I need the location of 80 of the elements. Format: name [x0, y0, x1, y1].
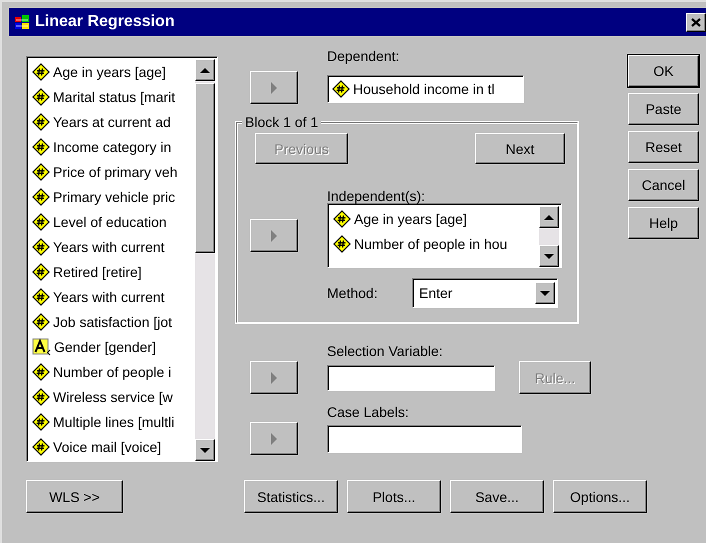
scrollbar-thumb[interactable]	[195, 83, 215, 253]
close-icon	[691, 18, 701, 26]
hash-diamond-icon	[32, 62, 50, 80]
caret-icon	[540, 290, 550, 296]
hash-diamond-icon	[332, 80, 350, 98]
variable-list-item[interactable]: Number of people in hou	[330, 231, 539, 256]
scroll-down-button[interactable]	[195, 439, 215, 461]
hash-diamond-icon	[32, 362, 50, 380]
case-labels-field[interactable]	[327, 424, 522, 452]
field-label: Method:	[327, 284, 378, 303]
variable-list-item[interactable]: Age in years [age]	[330, 206, 539, 231]
close-button[interactable]	[686, 12, 706, 32]
variable-list-item[interactable]: Job satisfaction [jot	[29, 309, 195, 334]
dialog-button[interactable]: Reset	[628, 131, 699, 163]
dialog-button[interactable]: OK	[628, 55, 699, 87]
field-label: Dependent:	[327, 47, 400, 66]
field-label: Case Labels:	[327, 403, 409, 422]
selection-variable-field[interactable]	[327, 364, 495, 390]
dependent-field[interactable]: Household income in tl	[327, 75, 524, 103]
block-nav-button[interactable]: Next	[475, 133, 565, 164]
hash-diamond-icon	[32, 112, 50, 130]
scroll-up-button[interactable]	[195, 59, 215, 81]
field-label: Selection Variable:	[327, 342, 443, 361]
variable-list-item[interactable]: Wireless service [w	[29, 384, 195, 409]
triangle-icon	[271, 432, 277, 444]
hash-diamond-icon	[32, 162, 50, 180]
letter-square-icon	[32, 338, 51, 356]
dialog-button[interactable]: Plots...	[347, 480, 441, 513]
triangle-icon	[271, 230, 277, 242]
hash-diamond-icon	[32, 188, 50, 206]
move-button[interactable]	[250, 71, 298, 104]
up-arrow-icon	[200, 68, 210, 72]
triangle-icon	[271, 82, 277, 94]
variable-list-item[interactable]: Marital status [marit	[29, 84, 195, 109]
hash-diamond-icon	[32, 88, 50, 106]
dialog-button[interactable]: Help	[628, 207, 699, 239]
move-button[interactable]	[250, 422, 298, 455]
dialog-button[interactable]: Paste	[628, 93, 699, 125]
down-arrow-icon	[200, 448, 210, 452]
field-label: Independent(s):	[327, 187, 426, 206]
hash-diamond-icon	[32, 238, 50, 256]
variable-list-item[interactable]: Age in years [age]	[29, 59, 195, 84]
method-dropdown[interactable]: Enter	[412, 278, 558, 308]
variable-list-item[interactable]: Multiple lines [multli	[29, 409, 195, 434]
hash-diamond-icon	[32, 412, 50, 430]
dropdown-button[interactable]	[535, 282, 555, 304]
hash-diamond-icon	[32, 312, 50, 330]
hash-diamond-icon	[333, 234, 351, 252]
variable-list-item[interactable]: Primary vehicle pric	[29, 184, 195, 209]
variable-list-item[interactable]: Years at current ad	[29, 109, 195, 134]
variable-list-item[interactable]: Income category in	[29, 134, 195, 159]
down-arrow-icon	[544, 254, 554, 258]
variable-list-item[interactable]: Price of primary veh	[29, 159, 195, 184]
hash-diamond-icon	[32, 438, 50, 456]
variable-list-item[interactable]: Years with current	[29, 284, 195, 309]
hash-diamond-icon	[32, 388, 50, 406]
scroll-up-button[interactable]	[539, 206, 559, 228]
variable-list-item[interactable]: Gender [gender]	[29, 334, 195, 359]
hash-diamond-icon	[32, 212, 50, 230]
hash-diamond-icon	[32, 262, 50, 280]
dialog-button[interactable]: Options...	[553, 480, 647, 513]
hash-diamond-icon	[333, 210, 351, 228]
dialog-button[interactable]: Save...	[450, 480, 544, 513]
hash-diamond-icon	[32, 138, 50, 156]
triangle-icon	[271, 372, 277, 384]
dialog-button[interactable]: Statistics...	[244, 480, 338, 513]
variable-list-item[interactable]: Number of people i	[29, 359, 195, 384]
variable-list-item[interactable]: Retired [retire]	[29, 259, 195, 284]
app-icon	[15, 15, 29, 29]
variable-list-item[interactable]: Voice mail [voice]	[29, 434, 195, 459]
move-button[interactable]	[250, 361, 298, 394]
variable-list-item[interactable]: Level of education	[29, 209, 195, 234]
up-arrow-icon	[544, 214, 554, 220]
window-title: Linear Regression	[35, 13, 176, 31]
scroll-down-button[interactable]	[539, 245, 559, 267]
variable-list-item[interactable]: Years with current	[29, 234, 195, 259]
dialog-button[interactable]: Cancel	[628, 169, 699, 201]
hash-diamond-icon	[32, 288, 50, 306]
move-button[interactable]	[250, 219, 298, 252]
dialog-button[interactable]: WLS >>	[26, 480, 123, 513]
